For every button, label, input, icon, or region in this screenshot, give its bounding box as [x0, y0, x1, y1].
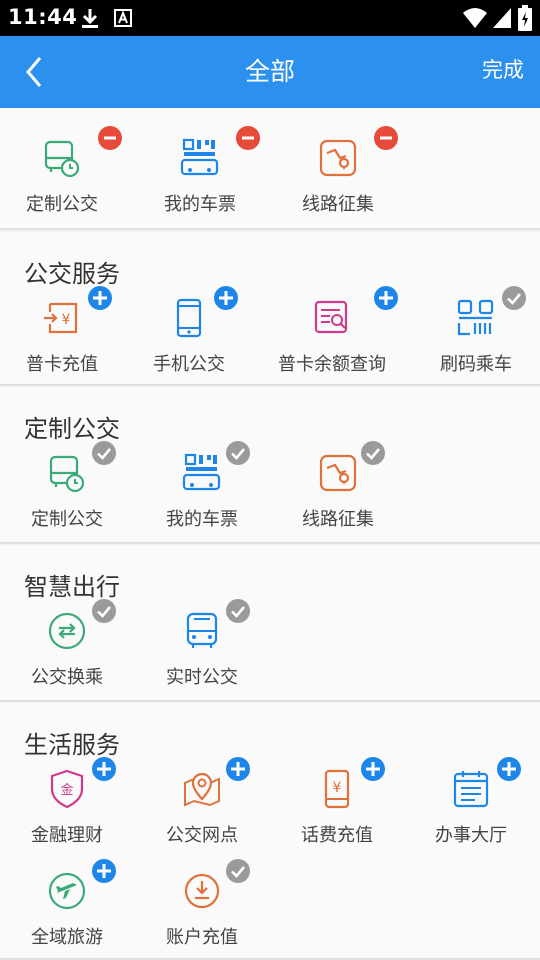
app-label: 全域旅游: [31, 927, 103, 948]
app-label: 普卡余额查询: [278, 354, 386, 375]
page-title: 全部: [244, 57, 295, 86]
add-badge-icon[interactable]: [374, 286, 398, 310]
app-service-hall[interactable]: 办事大厅: [403, 757, 539, 869]
finance-shield-icon: 金: [47, 769, 87, 809]
travel-plane-icon: [47, 871, 87, 911]
map-pin-icon: [182, 769, 222, 809]
scan-code-icon: [456, 298, 496, 338]
mobile-icon: [169, 298, 209, 338]
battery-icon: [518, 5, 532, 31]
app-phone-bill[interactable]: ¥ 话费充值: [269, 757, 405, 869]
svg-text:¥: ¥: [62, 312, 71, 328]
app-mobile-bus[interactable]: 手机公交: [121, 286, 257, 398]
app-label: 办事大厅: [435, 825, 507, 846]
section-title: 公交服务: [24, 260, 120, 288]
app-label: 公交网点: [166, 825, 238, 846]
phone-bill-icon: ¥: [317, 769, 357, 809]
app-label: 线路征集: [302, 509, 374, 530]
app-label: 账户充值: [166, 927, 238, 948]
custom-bus-icon: [47, 453, 87, 493]
balance-query-icon: [312, 298, 352, 338]
added-badge-icon: [361, 441, 385, 465]
app-label: 我的车票: [166, 509, 238, 530]
add-badge-icon[interactable]: [88, 286, 112, 310]
section-title: 智慧出行: [24, 573, 120, 601]
app-card-recharge[interactable]: ¥ 普卡充值: [0, 286, 130, 398]
remove-badge-icon[interactable]: [236, 126, 260, 150]
app-label: 话费充值: [301, 825, 373, 846]
added-badge-icon: [226, 859, 250, 883]
wifi-icon: [463, 8, 487, 28]
app-balance-query[interactable]: 普卡余额查询: [264, 286, 400, 398]
app-global-travel[interactable]: 全域旅游: [0, 859, 135, 960]
app-label: 实时公交: [166, 667, 238, 688]
remove-badge-icon[interactable]: [98, 126, 122, 150]
app-bus-outlets[interactable]: 公交网点: [134, 757, 270, 869]
account-recharge-icon: [182, 871, 222, 911]
my-app-ticket[interactable]: 我的车票: [132, 126, 268, 238]
app-label: 手机公交: [153, 354, 225, 375]
app-account-recharge[interactable]: 账户充值: [134, 859, 270, 960]
app-label: 普卡充值: [26, 354, 98, 375]
transfer-icon: [47, 611, 87, 651]
app-scan-ride[interactable]: 刷码乘车: [408, 286, 540, 398]
added-badge-icon: [502, 286, 526, 310]
app-label: 金融理财: [31, 825, 103, 846]
my-apps-panel: 定制公交 我的车票 线路征集: [0, 108, 540, 230]
app-route-collect[interactable]: 线路征集: [270, 441, 406, 553]
section-title: 生活服务: [24, 731, 120, 759]
section-smart-travel: 智慧出行 公交换乘 实时公交: [0, 545, 540, 702]
app-label: 刷码乘车: [440, 354, 512, 375]
add-badge-icon[interactable]: [214, 286, 238, 310]
done-button[interactable]: 完成: [482, 36, 524, 104]
download-icon: [82, 9, 98, 28]
realtime-bus-icon: [182, 611, 222, 651]
added-badge-icon: [226, 599, 250, 623]
status-time: 11:44: [8, 5, 78, 29]
added-badge-icon: [226, 441, 250, 465]
card-recharge-icon: ¥: [42, 298, 82, 338]
route-map-icon: [318, 138, 358, 178]
remove-badge-icon[interactable]: [374, 126, 398, 150]
custom-bus-icon: [42, 138, 82, 178]
status-bar: 11:44: [0, 0, 540, 36]
a-notification-icon: [114, 9, 132, 27]
add-badge-icon[interactable]: [92, 757, 116, 781]
app-finance[interactable]: 金 金融理财: [0, 757, 135, 869]
app-label: 定制公交: [31, 509, 103, 530]
my-app-custom-bus[interactable]: 定制公交: [0, 126, 130, 238]
section-custom-bus: 定制公交 定制公交 我的车票 线路征集: [0, 387, 540, 544]
ticket-qr-icon: [182, 453, 222, 493]
app-realtime-bus[interactable]: 实时公交: [134, 599, 270, 711]
svg-text:¥: ¥: [333, 780, 342, 796]
svg-text:金: 金: [60, 782, 73, 798]
nav-header: 全部 完成: [0, 36, 540, 108]
add-badge-icon[interactable]: [361, 757, 385, 781]
app-bus-transfer[interactable]: 公交换乘: [0, 599, 135, 711]
section-bus-service: 公交服务 ¥ 普卡充值 手机公交 普卡余额查询 刷码乘车: [0, 232, 540, 386]
section-title: 定制公交: [24, 415, 120, 443]
service-hall-icon: [451, 769, 491, 809]
app-label: 我的车票: [164, 194, 236, 215]
added-badge-icon: [92, 599, 116, 623]
added-badge-icon: [92, 441, 116, 465]
app-label: 线路征集: [302, 194, 374, 215]
add-badge-icon[interactable]: [92, 859, 116, 883]
section-life-service: 生活服务 金 金融理财 公交网点 ¥ 话费充值 办事大厅 全域旅游 账户充值: [0, 703, 540, 960]
app-my-ticket[interactable]: 我的车票: [134, 441, 270, 553]
ticket-qr-icon: [180, 138, 220, 178]
app-label: 公交换乘: [31, 667, 103, 688]
signal-icon: [493, 8, 511, 28]
add-badge-icon[interactable]: [497, 757, 521, 781]
app-custom-bus[interactable]: 定制公交: [0, 441, 135, 553]
add-badge-icon[interactable]: [226, 757, 250, 781]
route-map-icon: [318, 453, 358, 493]
app-label: 定制公交: [26, 194, 98, 215]
my-app-route-collect[interactable]: 线路征集: [270, 126, 406, 238]
